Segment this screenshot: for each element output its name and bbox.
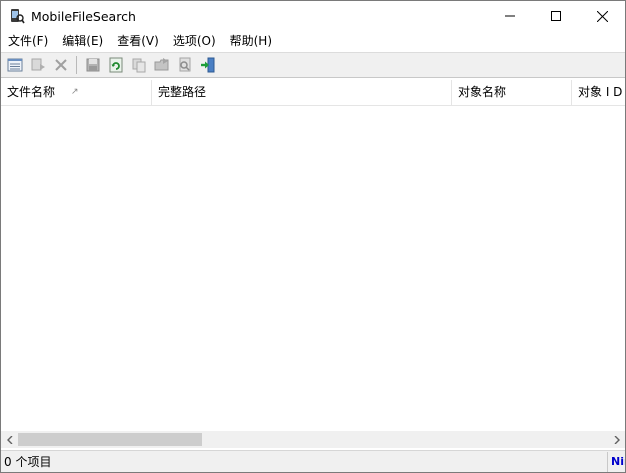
menu-help[interactable]: 帮助(H) bbox=[223, 31, 279, 51]
column-header-full-path[interactable]: 完整路径 bbox=[152, 80, 452, 105]
properties-icon bbox=[7, 58, 22, 72]
chevron-left-icon bbox=[6, 435, 12, 444]
window-controls bbox=[487, 1, 625, 31]
title-bar[interactable]: MobileFileSearch bbox=[1, 1, 625, 31]
toolbar-separator bbox=[76, 56, 77, 74]
save-button[interactable] bbox=[81, 54, 104, 76]
column-header-label: 对象名称 bbox=[458, 85, 507, 99]
column-header-object-name[interactable]: 对象名称 bbox=[452, 80, 572, 105]
refresh-icon bbox=[109, 57, 122, 73]
exit-icon bbox=[200, 57, 214, 73]
minimize-icon bbox=[505, 15, 515, 17]
sort-ascending-icon: ↗ bbox=[71, 87, 79, 97]
open-folder-button[interactable] bbox=[150, 54, 173, 76]
window-title: MobileFileSearch bbox=[31, 8, 136, 24]
column-header-label: 文件名称 bbox=[7, 85, 56, 99]
app-icon bbox=[9, 8, 25, 24]
properties-button[interactable] bbox=[3, 54, 26, 76]
menu-view[interactable]: 查看(V) bbox=[110, 31, 166, 51]
refresh-button[interactable] bbox=[104, 54, 127, 76]
scroll-thumb[interactable] bbox=[18, 433, 202, 446]
maximize-button[interactable] bbox=[533, 1, 579, 31]
status-bar: 0 个项目 NirSoft bbox=[1, 450, 625, 472]
menu-bar: 文件(F) 编辑(E) 查看(V) 选项(O) 帮助(H) bbox=[1, 31, 625, 51]
list-header: 文件名称 ↗ 完整路径 对象名称 对象 I D bbox=[1, 80, 625, 106]
copy-file-button[interactable] bbox=[26, 54, 49, 76]
app-window: MobileFileSearch 文件(F) 编辑(E) 查看(V) 选项(O)… bbox=[0, 0, 626, 473]
copy-file-icon bbox=[31, 58, 45, 71]
menu-options[interactable]: 选项(O) bbox=[166, 31, 223, 51]
exit-button[interactable] bbox=[196, 54, 219, 76]
toolbar bbox=[1, 52, 625, 78]
open-folder-icon bbox=[154, 58, 168, 71]
column-header-label: 对象 I D bbox=[578, 85, 623, 99]
menu-edit[interactable]: 编辑(E) bbox=[55, 31, 110, 51]
column-header-filename[interactable]: 文件名称 ↗ bbox=[1, 80, 152, 105]
scroll-left-button[interactable] bbox=[1, 431, 18, 448]
save-icon bbox=[86, 58, 99, 72]
column-header-object-id[interactable]: 对象 I D bbox=[572, 80, 625, 105]
menu-file[interactable]: 文件(F) bbox=[1, 31, 55, 51]
nirsoft-link[interactable]: NirSoft bbox=[607, 452, 625, 472]
copy-icon bbox=[132, 58, 145, 73]
find-icon bbox=[179, 57, 190, 72]
maximize-icon bbox=[551, 11, 561, 21]
file-list-view[interactable]: 文件名称 ↗ 完整路径 对象名称 对象 I D bbox=[1, 80, 625, 431]
item-count: 0 个项目 bbox=[4, 455, 52, 469]
minimize-button[interactable] bbox=[487, 1, 533, 31]
copy-button[interactable] bbox=[127, 54, 150, 76]
close-icon bbox=[596, 10, 608, 22]
close-button[interactable] bbox=[579, 1, 625, 31]
delete-button[interactable] bbox=[49, 54, 72, 76]
delete-icon bbox=[54, 59, 67, 71]
find-button[interactable] bbox=[173, 54, 196, 76]
chevron-right-icon bbox=[614, 435, 620, 444]
horizontal-scrollbar[interactable] bbox=[1, 431, 625, 448]
column-header-label: 完整路径 bbox=[158, 85, 207, 99]
scroll-right-button[interactable] bbox=[608, 431, 625, 448]
